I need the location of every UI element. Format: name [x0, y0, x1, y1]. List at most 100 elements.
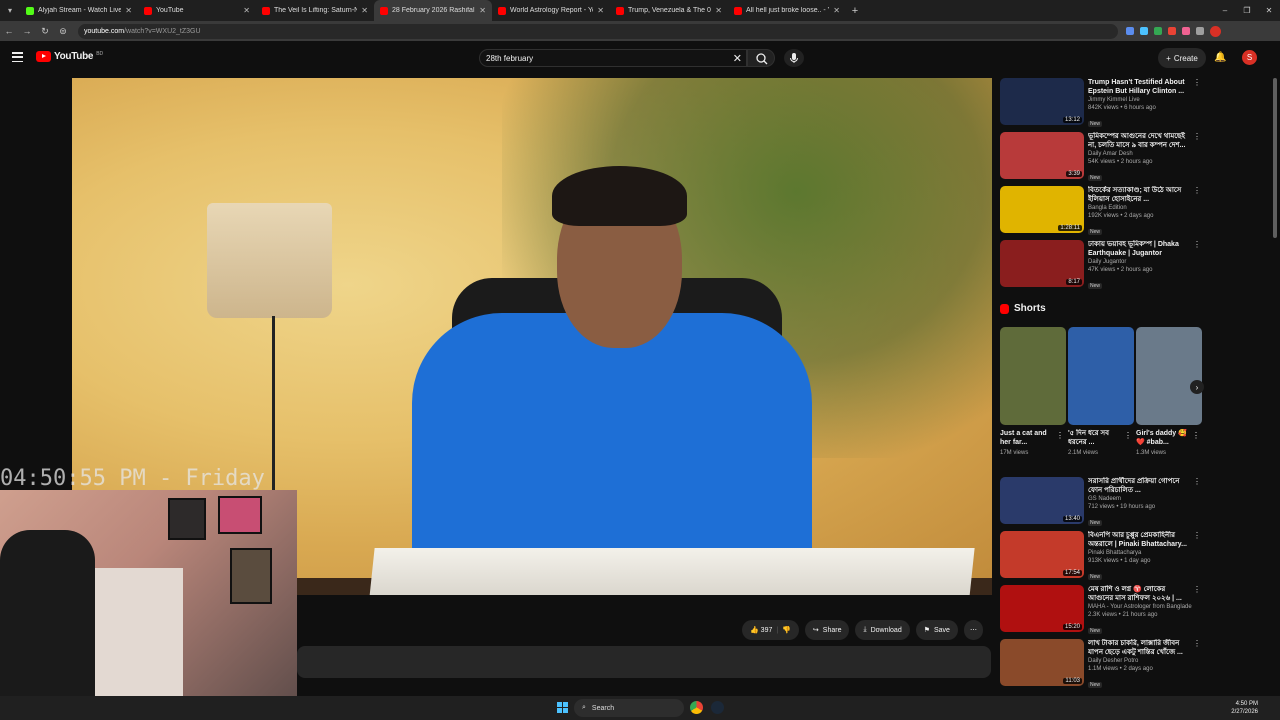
video-title[interactable]: ঢাকায় ভয়াবহ ভূমিকম্প | Dhaka Earthquak…	[1088, 240, 1192, 258]
video-title[interactable]: বিতর্কের সত্যাকাণ্ড; যা উঠে আসে ইলিয়াস …	[1088, 186, 1192, 204]
extension-icon[interactable]	[1168, 27, 1176, 35]
video-title[interactable]: মেষ রাশি ও লগ্ন ♈ লোকের আগুনের মাস রাশিফ…	[1088, 585, 1192, 603]
tab-close-icon[interactable]: ✕	[597, 6, 604, 15]
channel-name[interactable]: Daily Desher Potro	[1088, 657, 1192, 665]
tab-close-icon[interactable]: ✕	[479, 6, 486, 15]
taskbar-clock[interactable]: 4:50 PM 2/27/2026	[1231, 700, 1258, 716]
short-title[interactable]: '৫ দিন ধরে সব ধরনের ...	[1068, 429, 1124, 447]
browser-tab[interactable]: 28 February 2026 Rashifal ✕	[374, 0, 492, 21]
tab-close-icon[interactable]: ✕	[833, 6, 840, 15]
dislike-button[interactable]: 👎	[782, 626, 791, 634]
channel-name[interactable]: Daily Amar Desh	[1088, 150, 1192, 158]
video-thumbnail[interactable]: 1:28:11	[1000, 186, 1084, 233]
browser-tab[interactable]: All hell just broke loose.. - YouT ✕	[728, 0, 846, 21]
clear-search-icon[interactable]: ✕	[733, 52, 742, 65]
channel-name[interactable]: Bangla Edition	[1088, 204, 1192, 212]
channel-name[interactable]: Jimmy Kimmel Live	[1088, 96, 1192, 104]
chrome-taskbar-icon[interactable]	[690, 701, 703, 714]
steam-taskbar-icon[interactable]	[711, 701, 724, 714]
close-window-icon[interactable]: ✕	[1258, 0, 1280, 21]
more-options-icon[interactable]: ⋮	[1193, 186, 1201, 195]
short-thumbnail[interactable]	[1000, 327, 1066, 425]
menu-icon[interactable]	[12, 52, 23, 62]
notifications-bell-icon[interactable]: 🔔	[1214, 52, 1226, 63]
voice-search-button[interactable]	[784, 49, 804, 67]
more-options-icon[interactable]: ⋮	[1124, 431, 1132, 440]
video-thumbnail[interactable]: 8:17	[1000, 240, 1084, 287]
tab-close-icon[interactable]: ✕	[243, 6, 250, 15]
minimize-icon[interactable]: –	[1214, 0, 1236, 21]
maximize-icon[interactable]: ❐	[1236, 0, 1258, 21]
site-info-icon[interactable]: ⊜	[54, 26, 72, 37]
video-title[interactable]: সরাসরি প্রার্থীদের প্রক্রিয়া গোপনে ফোন …	[1088, 477, 1192, 495]
recommended-video[interactable]: 13:40 সরাসরি প্রার্থীদের প্রক্রিয়া গোপনে…	[1000, 477, 1205, 531]
tab-close-icon[interactable]: ✕	[715, 6, 722, 15]
more-options-icon[interactable]: ⋮	[1192, 431, 1200, 440]
short-item[interactable]: Just a cat and her far... 17M views ⋮	[1000, 327, 1066, 456]
forward-icon[interactable]: →	[18, 26, 36, 36]
recommended-video[interactable]: 15:20 মেষ রাশি ও লগ্ন ♈ লোকের আগুনের মাস …	[1000, 585, 1205, 639]
browser-tab[interactable]: The Veil Is Lifting: Saturn-Nept✕	[256, 0, 374, 21]
search-input[interactable]: 28th february ✕	[479, 49, 747, 67]
video-thumbnail[interactable]: 13:12	[1000, 78, 1084, 125]
puzzle-icon[interactable]	[1196, 27, 1204, 35]
video-title[interactable]: লাখ টাকার চাকরি, লাক্সারি জীবন যাপন ছেড়…	[1088, 639, 1192, 657]
recommended-video[interactable]: 1:28:11 বিতর্কের সত্যাকাণ্ড; যা উঠে আসে ই…	[1000, 186, 1205, 240]
short-title[interactable]: Just a cat and her far...	[1000, 429, 1056, 447]
like-button[interactable]: 👍 397	[750, 626, 772, 634]
video-thumbnail[interactable]: 17:54	[1000, 531, 1084, 578]
search-button[interactable]	[747, 49, 775, 67]
more-options-icon[interactable]: ⋮	[1193, 639, 1201, 648]
more-options-icon[interactable]: ⋮	[1193, 78, 1201, 87]
video-title[interactable]: বিএনপি আর চুপ্পুর প্রেমকাহিনীর অন্তরালে …	[1088, 531, 1192, 549]
create-button[interactable]: + Create	[1158, 48, 1206, 68]
profile-icon[interactable]	[1210, 25, 1221, 37]
back-icon[interactable]: ←	[0, 26, 18, 36]
video-thumbnail[interactable]: 3:39	[1000, 132, 1084, 179]
video-thumbnail[interactable]: 15:20	[1000, 585, 1084, 632]
tab-search-icon[interactable]: ▾	[0, 0, 20, 21]
more-options-icon[interactable]: ⋮	[1193, 477, 1201, 486]
save-button[interactable]: ⚑ Save	[915, 620, 958, 640]
channel-name[interactable]: Daily Jugantor	[1088, 258, 1192, 266]
shorts-next-icon[interactable]: ›	[1190, 380, 1204, 394]
extension-icon[interactable]	[1182, 27, 1190, 35]
extension-icon[interactable]	[1126, 27, 1134, 35]
extension-icon[interactable]	[1140, 27, 1148, 35]
share-button[interactable]: ↪ Share	[804, 620, 850, 640]
video-title[interactable]: ভূমিকম্পের আগুনের দেখে থামছেই না, চলতি ম…	[1088, 132, 1192, 150]
account-avatar[interactable]: S	[1242, 50, 1257, 65]
taskbar-search[interactable]: ⌕ Search	[574, 699, 684, 717]
tab-close-icon[interactable]: ✕	[125, 6, 132, 15]
recommended-video[interactable]: 17:54 বিএনপি আর চুপ্পুর প্রেমকাহিনীর অন্ত…	[1000, 531, 1205, 585]
recommended-video[interactable]: 13:12 Trump Hasn't Testified About Epstei…	[1000, 78, 1205, 132]
short-thumbnail[interactable]	[1068, 327, 1134, 425]
short-item[interactable]: '৫ দিন ধরে সব ধরনের ... 2.1M views ⋮	[1068, 327, 1134, 456]
more-options-icon[interactable]: ⋮	[1193, 132, 1201, 141]
extension-icon[interactable]	[1154, 27, 1162, 35]
channel-name[interactable]: MAHA - Your Astrologer from Bangladesh	[1088, 603, 1192, 611]
youtube-logo[interactable]: YouTube BD	[36, 51, 103, 62]
channel-name[interactable]: GS Nadeem	[1088, 495, 1192, 503]
recommended-video[interactable]: 8:17 ঢাকায় ভয়াবহ ভূমিকম্প | Dhaka Earth…	[1000, 240, 1205, 294]
short-title[interactable]: Girl's daddy 🥰❤️ #bab...	[1136, 429, 1192, 447]
browser-tab[interactable]: Alyjah Stream - Watch Live on✕	[20, 0, 138, 21]
recommended-video[interactable]: 11:03 লাখ টাকার চাকরি, লাক্সারি জীবন যাপন…	[1000, 639, 1205, 693]
channel-name[interactable]: Pinaki Bhattacharya	[1088, 549, 1192, 557]
video-title[interactable]: Trump Hasn't Testified About Epstein But…	[1088, 78, 1192, 96]
browser-tab[interactable]: World Astrology Report - YouTu ✕	[492, 0, 610, 21]
page-scrollbar[interactable]	[1273, 78, 1277, 238]
tab-close-icon[interactable]: ✕	[361, 6, 368, 15]
browser-tab[interactable]: Trump, Venezuela & The 0° Ari ✕	[610, 0, 728, 21]
windows-start-icon[interactable]	[557, 702, 568, 713]
video-thumbnail[interactable]: 11:03	[1000, 639, 1084, 686]
recommended-video[interactable]: 3:39 ভূমিকম্পের আগুনের দেখে থামছেই না, চল…	[1000, 132, 1205, 186]
url-field[interactable]: youtube.com/watch?v=WXU2_tZ3GU	[78, 23, 1118, 39]
video-thumbnail[interactable]: 13:40	[1000, 477, 1084, 524]
more-options-icon[interactable]: ⋮	[1193, 531, 1201, 540]
description-box[interactable]	[297, 646, 991, 678]
reload-icon[interactable]: ↻	[36, 26, 54, 37]
download-button[interactable]: ⤓ Download	[855, 620, 910, 640]
more-options-icon[interactable]: ⋮	[1193, 240, 1201, 249]
more-options-icon[interactable]: ⋮	[1193, 585, 1201, 594]
